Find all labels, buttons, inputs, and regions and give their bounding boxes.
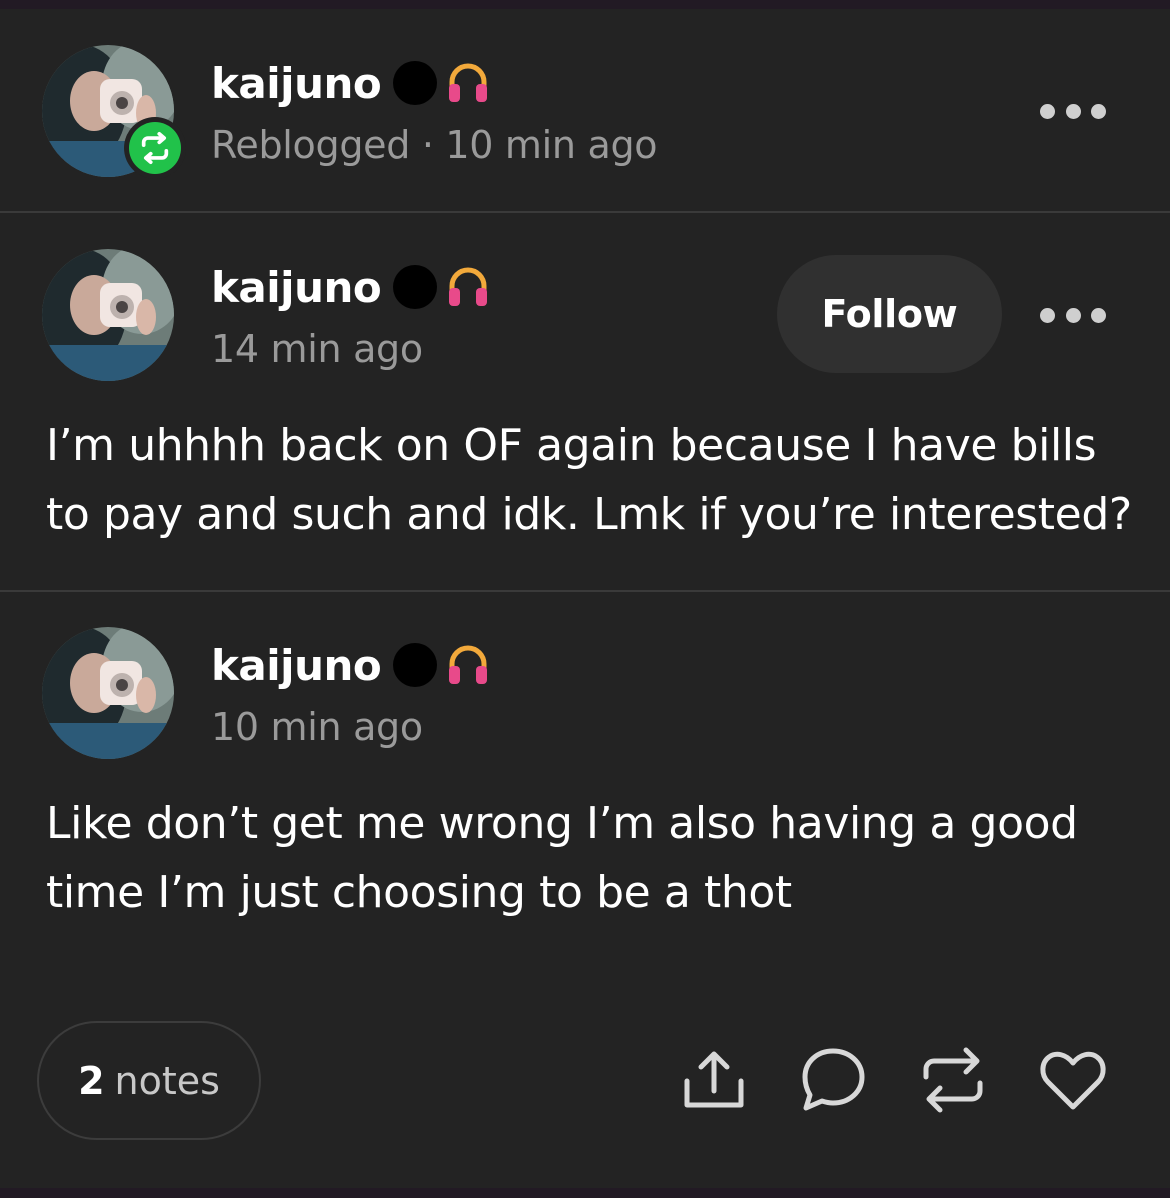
more-options-button[interactable] bbox=[1040, 305, 1106, 325]
notes-label: notes bbox=[114, 1058, 220, 1103]
notes-button[interactable]: 2 notes bbox=[37, 1021, 261, 1140]
more-options-button[interactable] bbox=[1040, 101, 1106, 121]
avatar[interactable] bbox=[42, 249, 174, 381]
reblog-icon[interactable] bbox=[918, 1045, 988, 1115]
post-card: kaijuno Reblogged · 10 min ago kaijuno 1… bbox=[0, 9, 1170, 1188]
post-time: 14 min ago bbox=[211, 327, 423, 371]
dot-icon bbox=[1091, 307, 1106, 323]
dot-icon bbox=[1040, 103, 1055, 119]
username[interactable]: kaijuno bbox=[211, 641, 382, 690]
headphones-icon bbox=[449, 63, 488, 102]
headphones-icon bbox=[449, 267, 488, 306]
reblog-meta: Reblogged · 10 min ago bbox=[211, 123, 658, 167]
reblog-badge-icon bbox=[141, 131, 169, 165]
divider bbox=[0, 211, 1170, 213]
dot-icon bbox=[1091, 103, 1106, 119]
black-circle-icon bbox=[393, 265, 438, 309]
comment-body: Like don’t get me wrong I’m also having … bbox=[46, 798, 1078, 918]
avatar[interactable] bbox=[42, 627, 174, 759]
reblog-time: 10 min ago bbox=[445, 123, 658, 167]
headphones-icon bbox=[449, 645, 488, 684]
share-icon[interactable] bbox=[679, 1045, 749, 1115]
comment-time: 10 min ago bbox=[211, 705, 423, 749]
dot-icon bbox=[1065, 307, 1081, 323]
notes-count: 2 bbox=[78, 1058, 105, 1103]
black-circle-icon bbox=[393, 643, 438, 687]
black-circle-icon bbox=[393, 61, 438, 105]
follow-button[interactable]: Follow bbox=[777, 255, 1002, 373]
username[interactable]: kaijuno bbox=[211, 59, 382, 108]
username[interactable]: kaijuno bbox=[211, 263, 382, 312]
dot-icon bbox=[1040, 307, 1055, 323]
reblog-status: Reblogged bbox=[211, 123, 411, 167]
like-icon[interactable] bbox=[1038, 1045, 1108, 1115]
separator: · bbox=[421, 123, 434, 167]
reblog-badge bbox=[124, 117, 186, 179]
post-body: I’m uhhhh back on OF again because I hav… bbox=[46, 420, 1132, 540]
comment-icon[interactable] bbox=[798, 1045, 868, 1115]
dot-icon bbox=[1065, 103, 1081, 119]
divider bbox=[0, 590, 1170, 592]
